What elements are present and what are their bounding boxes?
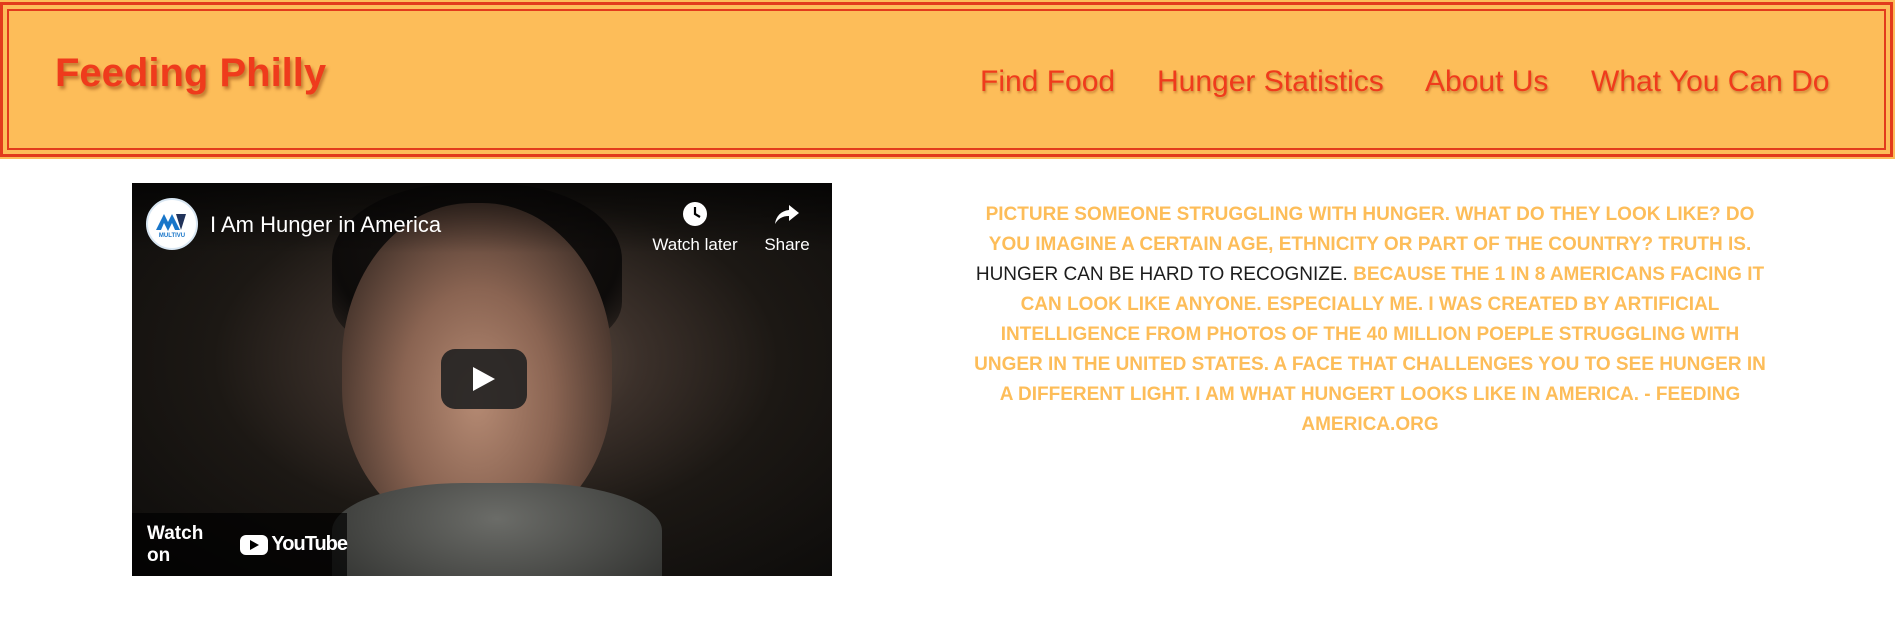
- video-title[interactable]: I Am Hunger in America: [210, 212, 441, 238]
- channel-logo-text: MULTIVU: [159, 233, 185, 239]
- watch-later-label: Watch later: [652, 235, 738, 254]
- youtube-logo: YouTube: [240, 533, 348, 556]
- video-embed[interactable]: MULTIVU I Am Hunger in America Watch lat…: [132, 183, 832, 576]
- multivu-logo-icon: MULTIVU: [156, 214, 187, 239]
- quote-highlight: HUNGER CAN BE HARD TO RECOGNIZE.: [975, 264, 1348, 285]
- site-header: Feeding Philly Find Food Hunger Statisti…: [0, 0, 1895, 159]
- nav-link-find-food[interactable]: Find Food: [980, 65, 1115, 99]
- video-thumbnail-scarf: [332, 483, 662, 576]
- play-icon: [473, 367, 495, 391]
- hunger-quote: PICTURE SOMEONE STRUGGLING WITH HUNGER. …: [970, 200, 1770, 440]
- clock-icon: [683, 202, 707, 226]
- share-label: Share: [764, 235, 810, 254]
- watch-later-button[interactable]: Watch later: [630, 199, 760, 255]
- youtube-play-icon: [240, 534, 269, 555]
- channel-avatar[interactable]: MULTIVU: [146, 198, 198, 250]
- quote-text-part2: BECAUSE THE 1 IN 8 AMERICANS FACING IT C…: [974, 264, 1766, 435]
- watch-on-label: Watch on: [147, 522, 204, 566]
- watch-on-youtube-button[interactable]: Watch on YouTube: [132, 513, 348, 576]
- nav-link-what-you-can-do[interactable]: What You Can Do: [1591, 65, 1830, 99]
- main-nav: Find Food Hunger Statistics About Us Wha…: [3, 65, 1890, 105]
- quote-text-part1: PICTURE SOMEONE STRUGGLING WITH HUNGER. …: [985, 204, 1755, 255]
- nav-link-about-us[interactable]: About Us: [1425, 65, 1548, 99]
- share-arrow-icon: [775, 205, 799, 224]
- youtube-wordmark: YouTube: [271, 533, 348, 555]
- nav-link-hunger-statistics[interactable]: Hunger Statistics: [1157, 65, 1384, 99]
- play-button[interactable]: [441, 349, 527, 409]
- share-button[interactable]: Share: [747, 199, 827, 255]
